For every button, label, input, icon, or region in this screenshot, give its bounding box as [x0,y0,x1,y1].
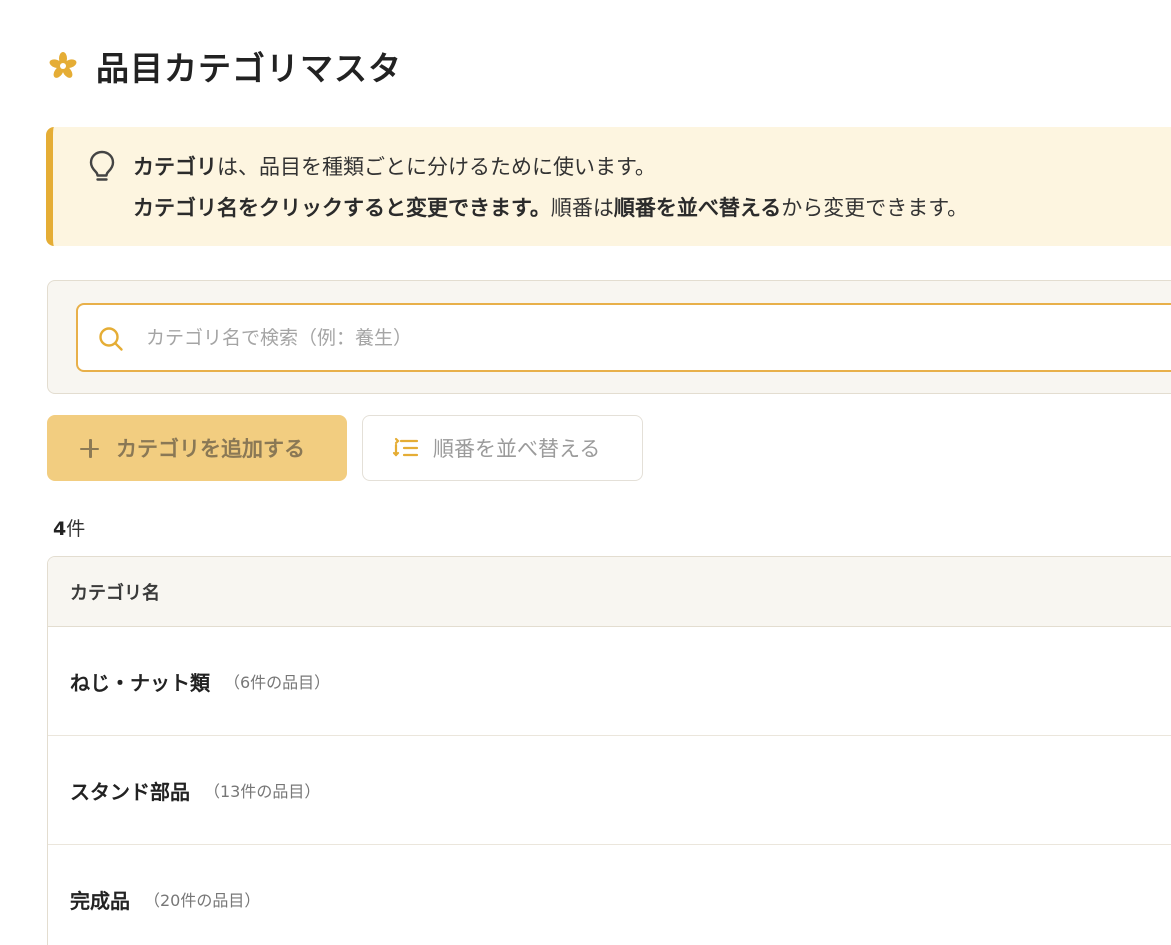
column-header-category-name: カテゴリ名 [48,557,1171,627]
category-table: カテゴリ名 ねじ・ナット類 （6件の品目） スタンド部品 （13件の品目） 完成… [47,556,1171,945]
reorder-button[interactable]: 順番を並べ替える [362,415,643,481]
info-line-1: カテゴリは、品目を種類ごとに分けるために使います。 [133,147,968,188]
add-category-button[interactable]: カテゴリを追加する [47,415,347,481]
search-input[interactable] [144,313,1148,363]
info-line2-bold2: 順番を並べ替える [613,196,782,220]
sort-icon [393,437,419,457]
flower-icon [49,52,77,78]
lightbulb-icon [89,150,115,181]
info-text: カテゴリは、品目を種類ごとに分けるために使います。 カテゴリ名をクリックすると変… [133,147,968,229]
result-count: 4件 [53,514,85,541]
page-header: 品目カテゴリマスタ [48,42,402,90]
category-name-link[interactable]: ねじ・ナット類 [70,667,210,696]
info-line2-end: から変更できます。 [781,196,969,220]
info-line2-bold1: カテゴリ名をクリックすると変更できます。 [133,196,551,220]
plus-icon [79,437,101,459]
search-box[interactable] [76,303,1171,372]
table-row[interactable]: ねじ・ナット類 （6件の品目） [48,627,1171,736]
page: 品目カテゴリマスタ カテゴリは、品目を種類ごとに分けるために使います。 カテゴリ… [0,0,1171,945]
page-title: 品目カテゴリマスタ [96,49,402,88]
category-name-link[interactable]: 完成品 [70,885,130,914]
table-row[interactable]: 完成品 （20件の品目） [48,845,1171,945]
item-count: （13件の品目） [204,782,321,801]
info-line2-mid: 順番は [550,196,614,220]
info-line1-rest: は、品目を種類ごとに分けるために使います。 [217,155,656,179]
add-category-label: カテゴリを追加する [116,437,305,461]
item-count: （20件の品目） [144,891,261,910]
info-line-2: カテゴリ名をクリックすると変更できます。順番は順番を並べ替えるから変更できます。 [133,188,968,229]
result-count-number: 4 [53,518,67,540]
info-line1-bold: カテゴリ [133,155,217,179]
category-name-link[interactable]: スタンド部品 [70,776,190,805]
table-row[interactable]: スタンド部品 （13件の品目） [48,736,1171,845]
item-count: （6件の品目） [224,673,331,692]
search-panel [47,280,1171,394]
result-count-unit: 件 [66,518,86,540]
reorder-label: 順番を並べ替える [433,437,601,461]
search-icon [99,327,123,351]
info-box: カテゴリは、品目を種類ごとに分けるために使います。 カテゴリ名をクリックすると変… [46,127,1171,246]
